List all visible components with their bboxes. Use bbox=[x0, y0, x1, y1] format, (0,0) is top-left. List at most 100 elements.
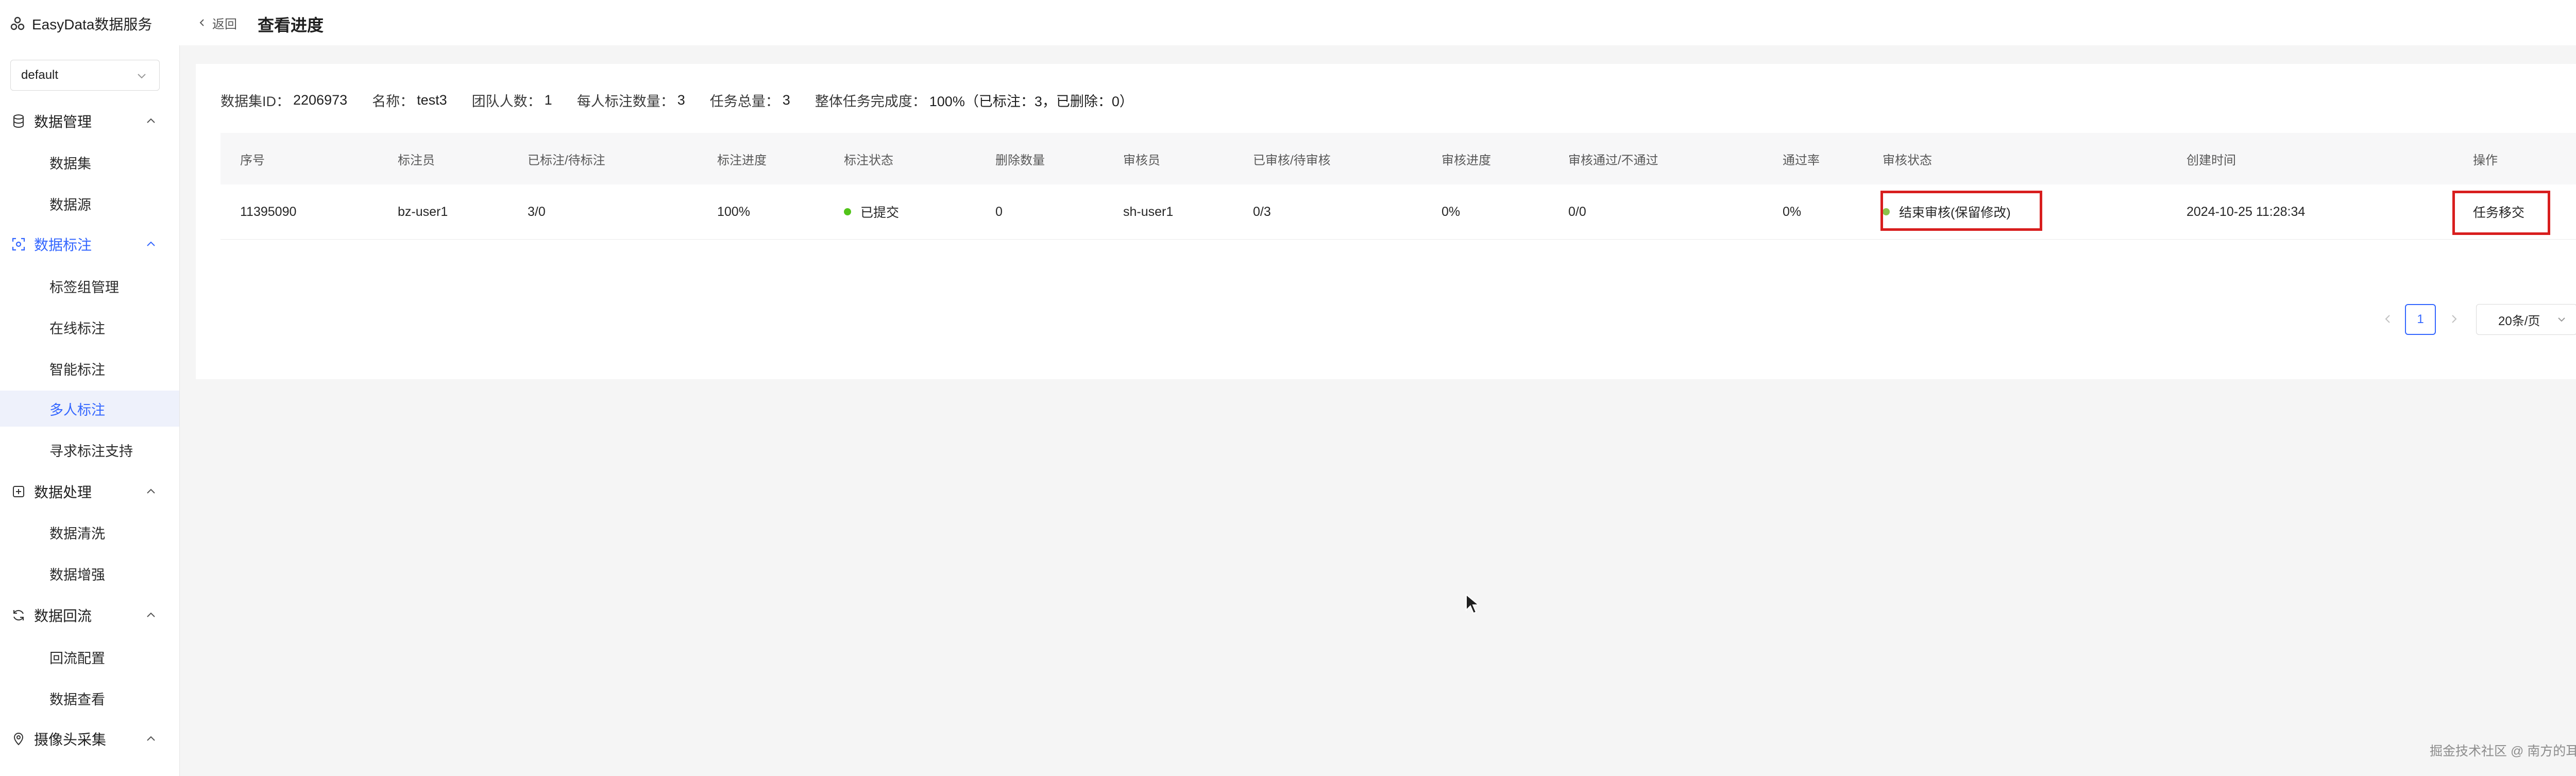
pagination-prev-icon[interactable] bbox=[2380, 311, 2396, 327]
sidebar-item-label: 数据集 bbox=[49, 156, 91, 172]
completion-label: 整体任务完成度： bbox=[815, 93, 926, 109]
column-header: 审核通过/不通过 bbox=[1568, 153, 1658, 167]
chevron-up-icon bbox=[147, 241, 155, 246]
nav-group-label: 数据处理 bbox=[34, 484, 92, 500]
page-title: 查看进度 bbox=[258, 16, 324, 35]
per-person-label: 每人标注数量： bbox=[577, 93, 674, 109]
sidebar-item-data-cleaning[interactable]: 数据清洗 bbox=[0, 514, 179, 550]
chevron-up-icon bbox=[147, 488, 155, 494]
nav-group-camera-capture[interactable]: 摄像头采集 bbox=[0, 723, 179, 754]
cell-progress: 100% bbox=[717, 204, 750, 219]
nav-group-label: 数据标注 bbox=[34, 237, 92, 253]
column-header: 审核状态 bbox=[1883, 153, 1932, 167]
status-dot-icon bbox=[844, 208, 851, 215]
nav-group-data-processing[interactable]: 数据处理 bbox=[0, 476, 179, 507]
column-header: 操作 bbox=[2473, 153, 2498, 167]
sidebar: EasyData数据服务 default 数据管理 数据集 数据源 数据标注 标… bbox=[0, 0, 180, 776]
sidebar-item-label: 标签组管理 bbox=[49, 279, 119, 295]
chevron-up-icon bbox=[147, 736, 155, 741]
process-icon bbox=[13, 486, 24, 497]
table-row: 11395090 bz-user1 3/0 100% 已提交 0 sh-user… bbox=[221, 184, 2576, 240]
column-header: 通过率 bbox=[1783, 153, 1820, 167]
nav-group-data-backflow[interactable]: 数据回流 bbox=[0, 600, 179, 631]
pagination-page-button[interactable]: 1 bbox=[2405, 304, 2436, 335]
sidebar-item-label: 智能标注 bbox=[49, 362, 105, 378]
chevron-down-icon bbox=[138, 74, 146, 79]
sidebar-item-label: 数据增强 bbox=[49, 567, 105, 583]
top-header bbox=[179, 0, 2576, 45]
column-header: 审核员 bbox=[1123, 153, 1160, 167]
cell-pass-fail: 0/0 bbox=[1568, 204, 1586, 219]
brand[interactable]: EasyData数据服务 bbox=[10, 11, 152, 36]
nav-group-label: 数据管理 bbox=[34, 114, 92, 130]
brand-name: EasyData数据服务 bbox=[32, 16, 152, 32]
sidebar-item-label: 数据清洗 bbox=[49, 526, 105, 542]
pagination-next-icon[interactable] bbox=[2446, 311, 2462, 327]
sidebar-item-data-view[interactable]: 数据查看 bbox=[0, 680, 179, 716]
chevron-left-icon bbox=[199, 19, 204, 26]
highlight-box-action bbox=[2452, 191, 2550, 235]
cell-pass-rate: 0% bbox=[1783, 204, 1802, 219]
column-header: 标注状态 bbox=[844, 153, 893, 167]
chevron-up-icon bbox=[147, 118, 155, 123]
sidebar-item-data-augmentation[interactable]: 数据增强 bbox=[0, 555, 179, 592]
page-size-value: 20条/页 bbox=[2498, 314, 2540, 328]
column-header: 创建时间 bbox=[2187, 153, 2236, 167]
dataset-id-value: 2206973 bbox=[293, 92, 348, 108]
scan-icon bbox=[12, 238, 25, 251]
completion-value: 100%（已标注：3，已删除：0） bbox=[929, 93, 1133, 109]
highlight-box-review-status bbox=[1880, 191, 2042, 231]
column-header: 标注员 bbox=[398, 153, 435, 167]
chevron-up-icon bbox=[147, 612, 155, 617]
workspace-value: default bbox=[21, 68, 59, 82]
column-header: 序号 bbox=[240, 153, 265, 167]
dataset-summary: 数据集ID： 2206973 名称： test3 团队人数： 1 每人标注数量： 3 任… bbox=[221, 90, 1158, 110]
sidebar-item-backflow-config[interactable]: 回流配置 bbox=[0, 639, 179, 675]
team-size-label: 团队人数： bbox=[471, 93, 541, 109]
status-text: 已提交 bbox=[860, 206, 900, 220]
nav-group-data-management[interactable]: 数据管理 bbox=[0, 106, 179, 137]
per-person-value: 3 bbox=[677, 92, 685, 108]
cell-deleted: 0 bbox=[995, 204, 1003, 219]
cell-reviewed: 0/3 bbox=[1253, 204, 1271, 219]
column-header: 审核进度 bbox=[1442, 153, 1491, 167]
sidebar-item-label: 回流配置 bbox=[49, 650, 105, 666]
cell-status: 已提交 bbox=[844, 184, 899, 239]
sidebar-item-label: 在线标注 bbox=[49, 320, 105, 336]
name-label: 名称： bbox=[372, 93, 414, 109]
sidebar-item-multi-annotation[interactable]: 多人标注 bbox=[0, 391, 179, 427]
nav-group-label: 摄像头采集 bbox=[34, 732, 107, 748]
cell-review-progress: 0% bbox=[1442, 204, 1461, 219]
sidebar-item-smart-annotation[interactable]: 智能标注 bbox=[0, 350, 179, 386]
chevron-down-icon bbox=[2558, 317, 2565, 322]
team-size-value: 1 bbox=[544, 92, 552, 108]
sidebar-item-annotation-support[interactable]: 寻求标注支持 bbox=[0, 432, 179, 468]
brand-logo-icon bbox=[10, 16, 25, 30]
column-header: 标注进度 bbox=[717, 153, 767, 167]
cell-annotated: 3/0 bbox=[528, 204, 546, 219]
page-size-select[interactable]: 20条/页 bbox=[2476, 304, 2576, 335]
sidebar-item-data-sources[interactable]: 数据源 bbox=[0, 185, 179, 222]
location-pin-icon bbox=[13, 733, 24, 746]
mouse-cursor-icon bbox=[1466, 594, 1479, 614]
sidebar-item-online-annotation[interactable]: 在线标注 bbox=[0, 309, 179, 345]
sidebar-item-label: 数据源 bbox=[49, 197, 91, 213]
sidebar-item-label-groups[interactable]: 标签组管理 bbox=[0, 268, 179, 304]
workspace-select[interactable]: default bbox=[10, 60, 160, 91]
watermark: 掘金技术社区 @ 南方的耳朵 bbox=[2430, 744, 2576, 758]
nav-group-data-annotation[interactable]: 数据标注 bbox=[0, 229, 179, 260]
sidebar-item-label: 多人标注 bbox=[49, 402, 105, 418]
database-icon bbox=[13, 114, 24, 128]
sidebar-item-datasets[interactable]: 数据集 bbox=[0, 144, 179, 180]
cell-id: 11395090 bbox=[240, 204, 297, 219]
refresh-icon bbox=[13, 610, 24, 621]
progress-table: 序号 标注员 已标注/待标注 标注进度 标注状态 删除数量 审核员 已审核/待审… bbox=[221, 133, 2576, 240]
name-value: test3 bbox=[417, 92, 447, 108]
cell-reviewer: sh-user1 bbox=[1123, 204, 1174, 219]
column-header: 已审核/待审核 bbox=[1253, 153, 1331, 167]
back-label: 返回 bbox=[212, 17, 237, 31]
sidebar-item-label: 寻求标注支持 bbox=[49, 443, 133, 459]
sidebar-item-label: 数据查看 bbox=[49, 691, 105, 707]
dataset-id-label: 数据集ID： bbox=[221, 93, 290, 109]
back-button[interactable]: 返回 bbox=[197, 14, 237, 31]
